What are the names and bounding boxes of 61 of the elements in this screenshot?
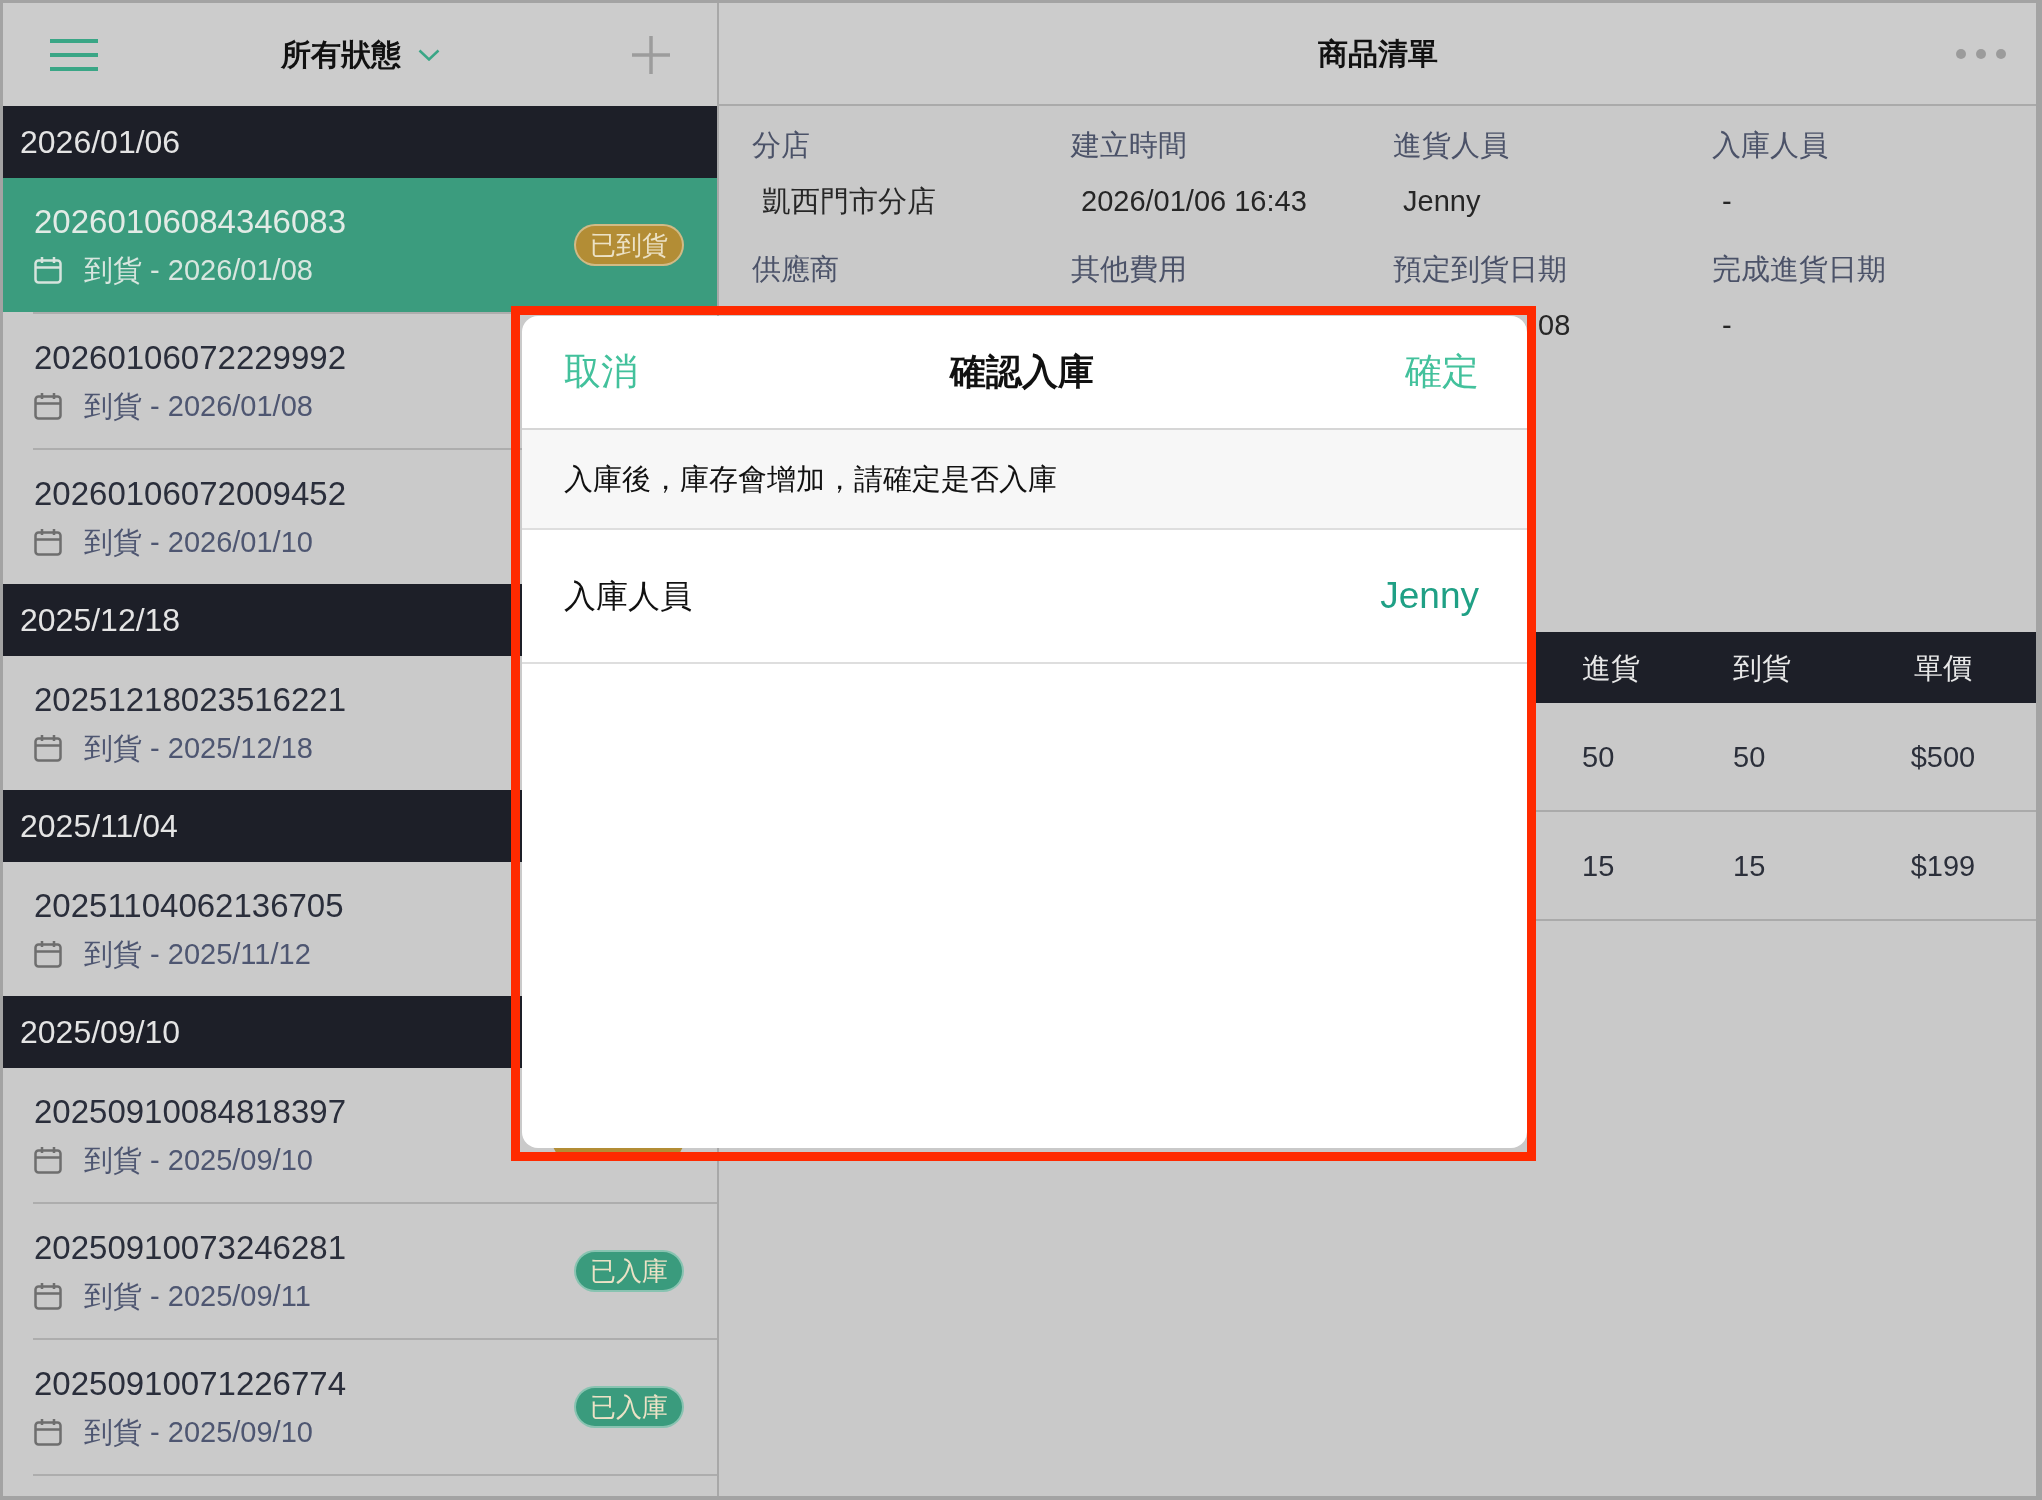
arrival-date: 到貨 - 2026/01/10 [84,525,313,560]
order-number: 20251104062136705 [34,886,344,926]
status-filter-dropdown[interactable]: 所有狀態 [280,34,440,75]
calendar-icon [34,528,62,556]
table-cell-text: 15 [1582,848,1615,884]
order-number: 20250910071226774 [34,1364,346,1404]
table-cell-text: 15 [1733,848,1766,884]
field-value: 凱西門市分店 [762,184,936,219]
section-date: 2025/11/04 [20,807,178,846]
add-icon[interactable] [632,35,670,74]
arrival-date: 到貨 - 2025/09/11 [84,1279,311,1314]
field-label: 入庫人員 [1712,128,1829,163]
field-label: 分店 [752,128,811,163]
order-number: 20260106072229992 [34,338,346,378]
status-badge: 已入庫 [574,1386,684,1428]
field-label: 其他費用 [1071,252,1188,287]
order-number: 20250910084818397 [34,1092,346,1132]
menu-icon[interactable] [50,38,98,71]
field-label: 建立時間 [1071,128,1188,163]
section-date: 2025/12/18 [20,601,181,640]
calendar-icon [34,1146,62,1174]
arrival-date: 到貨 - 2025/12/18 [84,731,313,766]
field-value: 08 [1538,308,1571,343]
table-cell-text: 50 [1582,739,1615,775]
chevron-down-icon [417,48,440,61]
field-value: - [1722,184,1732,219]
column-header: 單價 [1914,650,1972,686]
field-value: 2026/01/06 16:43 [1081,184,1307,219]
field-label: 預定到貨日期 [1393,252,1568,287]
arrival-date: 到貨 - 2026/01/08 [84,253,313,288]
order-number: 20260106072009452 [34,474,346,514]
order-number: 20251218023516221 [34,680,346,720]
arrival-date: 到貨 - 2026/01/08 [84,389,313,424]
arrival-date: 到貨 - 2025/11/12 [84,937,311,972]
status-badge: 已入庫 [574,1250,684,1292]
field-value: Jenny [1403,184,1481,219]
more-icon[interactable] [1956,48,2006,59]
order-number: 20250910073246281 [34,1228,346,1268]
dialog-title: 確認入庫 [949,350,1094,394]
calendar-icon [34,392,62,420]
column-header: 到貨 [1733,650,1791,686]
section-date: 2025/09/10 [20,1013,181,1052]
arrival-date: 到貨 - 2025/09/10 [84,1143,313,1178]
calendar-icon [34,940,62,968]
calendar-icon [34,734,62,762]
panel-title: 商品清單 [1317,35,1438,72]
field-label: 供應商 [752,252,840,287]
calendar-icon [34,1282,62,1310]
table-cell-text: $199 [1910,848,1976,884]
section-date: 2026/01/06 [20,123,181,162]
calendar-icon [34,256,62,284]
column-header: 進貨 [1582,650,1640,686]
arrival-date: 到貨 - 2025/09/10 [84,1415,313,1450]
table-cell-text: $500 [1910,739,1976,775]
table-cell-text: 50 [1733,739,1766,775]
calendar-icon [34,1418,62,1446]
field-label: 完成進貨日期 [1712,252,1887,287]
field-value: - [1722,308,1732,343]
status-badge: 已到貨 [574,224,684,266]
order-number: 20260106084346083 [34,202,346,242]
field-label: 進貨人員 [1393,128,1510,163]
